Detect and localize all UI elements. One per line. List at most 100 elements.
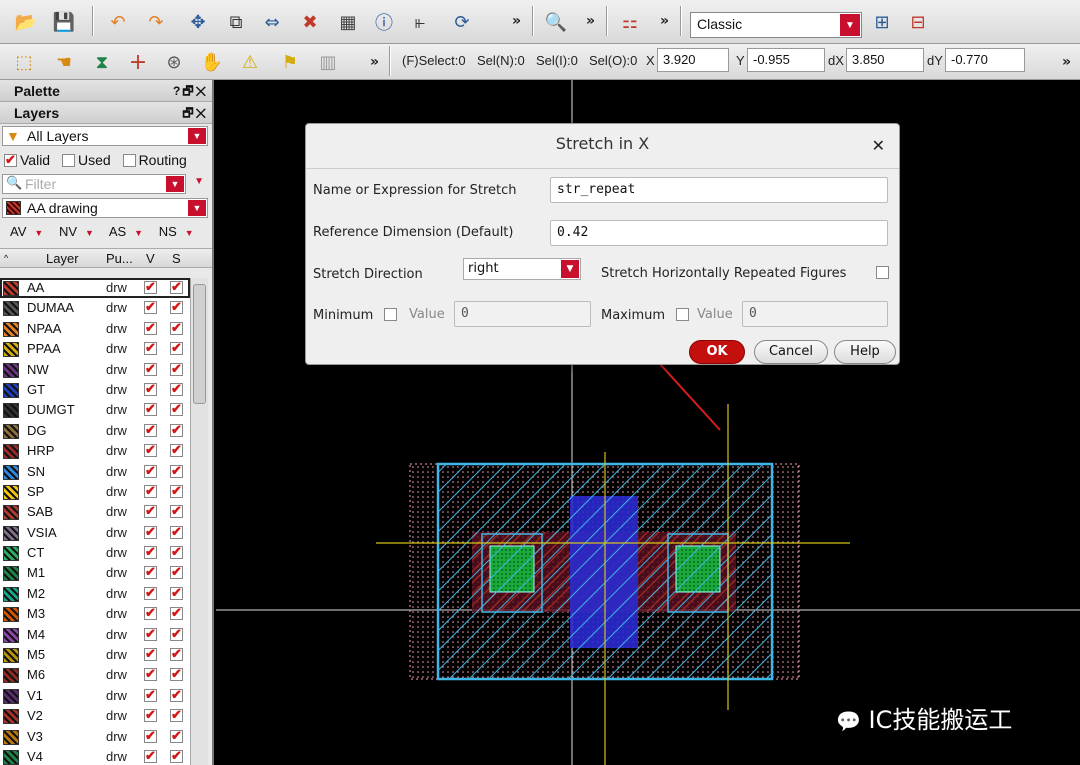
search-options-icon[interactable]: ▼ xyxy=(194,176,204,187)
undo-icon[interactable]: ↶ xyxy=(104,8,132,36)
delete-icon[interactable]: ✖ xyxy=(296,8,324,36)
layer-search-input[interactable]: 🔍 Filter ▼ xyxy=(2,174,186,194)
layer-row[interactable]: AA drw xyxy=(0,278,190,299)
marker-icon[interactable]: ⚑ xyxy=(276,48,304,76)
layer-visible-checkbox[interactable] xyxy=(144,320,157,336)
layer-row[interactable]: SN drw xyxy=(0,461,190,482)
layer-selectable-checkbox[interactable] xyxy=(170,299,183,315)
routing-checkbox[interactable] xyxy=(122,154,136,167)
layer-visible-checkbox[interactable] xyxy=(144,707,157,723)
layer-selectable-checkbox[interactable] xyxy=(170,707,183,723)
layer-row[interactable]: DG drw xyxy=(0,420,190,442)
layer-row[interactable]: M2 drw xyxy=(0,583,190,605)
reference-dimension-field[interactable]: 0.42 xyxy=(550,220,888,246)
refresh-icon[interactable]: ⟳ xyxy=(448,8,476,36)
x-coord-field[interactable]: 3.920 xyxy=(657,48,729,72)
ok-button[interactable]: OK xyxy=(689,340,745,364)
crosshair-icon[interactable]: + xyxy=(124,48,152,76)
repeated-figures-checkbox[interactable] xyxy=(876,266,889,279)
layer-visible-checkbox[interactable] xyxy=(144,666,157,682)
minimum-value-field[interactable]: 0 xyxy=(454,301,591,327)
layer-row[interactable]: CT drw xyxy=(0,543,190,564)
layer-row[interactable]: SP drw xyxy=(0,481,190,503)
align-icon[interactable]: ⫦ xyxy=(406,8,434,36)
layer-visible-checkbox[interactable] xyxy=(144,340,157,356)
layer-selectable-checkbox[interactable] xyxy=(170,340,183,356)
col-layer-header[interactable]: Layer xyxy=(46,251,79,266)
layer-row[interactable]: V2 drw xyxy=(0,706,190,727)
layer-visible-checkbox[interactable] xyxy=(144,442,157,458)
layer-selectable-checkbox[interactable] xyxy=(170,361,183,377)
layer-row[interactable]: DUMAA drw xyxy=(0,298,190,319)
layer-row[interactable]: PPAA drw xyxy=(0,339,190,360)
layers-window-buttons[interactable]: 🗗✕ xyxy=(182,104,208,125)
layer-selectable-checkbox[interactable] xyxy=(170,687,183,703)
help-button[interactable]: Help xyxy=(834,340,896,364)
layer-selectable-checkbox[interactable] xyxy=(170,442,183,458)
layer-row[interactable]: M3 drw xyxy=(0,604,190,625)
layer-row[interactable]: V1 drw xyxy=(0,685,190,707)
y-coord-field[interactable]: -0.955 xyxy=(747,48,825,72)
stretch-icon[interactable]: ⇔ xyxy=(258,8,286,36)
cancel-button[interactable]: Cancel xyxy=(754,340,828,364)
layer-selectable-checkbox[interactable] xyxy=(170,483,183,499)
properties-icon[interactable]: ▦ xyxy=(334,8,362,36)
layer-row[interactable]: SAB drw xyxy=(0,502,190,523)
layer-visible-checkbox[interactable] xyxy=(144,687,157,703)
layer-selectable-checkbox[interactable] xyxy=(170,564,183,580)
stretch-name-field[interactable]: str_repeat xyxy=(550,177,888,203)
layer-visible-checkbox[interactable] xyxy=(144,483,157,499)
layer-visible-checkbox[interactable] xyxy=(144,401,157,417)
col-selectable-header[interactable]: S xyxy=(172,251,181,266)
toolbar-overflow-chevron[interactable]: » xyxy=(660,13,669,29)
move-icon[interactable]: ✥ xyxy=(184,8,212,36)
layer-visible-checkbox[interactable] xyxy=(144,299,157,315)
layer-selectable-checkbox[interactable] xyxy=(170,503,183,519)
layer-visible-checkbox[interactable] xyxy=(144,626,157,642)
layer-selectable-checkbox[interactable] xyxy=(170,463,183,479)
open-folder-icon[interactable]: 📂 xyxy=(12,8,40,36)
warning-icon[interactable]: ⚠ xyxy=(236,48,264,76)
layer-selectable-checkbox[interactable] xyxy=(170,748,183,764)
all-selectable-button[interactable]: AS xyxy=(109,224,126,239)
layer-visible-checkbox[interactable] xyxy=(144,463,157,479)
layer-row[interactable]: HRP drw xyxy=(0,441,190,462)
workspace-save-icon[interactable]: ⊞ xyxy=(868,8,896,36)
layer-visible-checkbox[interactable] xyxy=(144,422,157,438)
stop-hand-icon[interactable]: ✋ xyxy=(198,48,226,76)
layer-selectable-checkbox[interactable] xyxy=(170,422,183,438)
layer-selectable-checkbox[interactable] xyxy=(170,646,183,662)
layer-selectable-checkbox[interactable] xyxy=(170,605,183,621)
layer-row[interactable]: NW drw xyxy=(0,359,190,380)
magnet-icon[interactable]: ⊛ xyxy=(160,48,188,76)
layer-visible-checkbox[interactable] xyxy=(144,564,157,580)
all-visible-button[interactable]: AV xyxy=(10,224,26,239)
layer-visible-checkbox[interactable] xyxy=(144,524,157,540)
layer-visible-checkbox[interactable] xyxy=(144,748,157,764)
layer-visible-checkbox[interactable] xyxy=(144,544,157,560)
layer-row[interactable]: M5 drw xyxy=(0,645,190,666)
layer-visible-checkbox[interactable] xyxy=(144,605,157,621)
close-icon[interactable]: ✕ xyxy=(872,136,885,155)
layer-visible-checkbox[interactable] xyxy=(144,361,157,377)
layer-row[interactable]: M6 drw xyxy=(0,665,190,686)
layer-visible-checkbox[interactable] xyxy=(144,728,157,744)
layer-visible-checkbox[interactable] xyxy=(144,646,157,662)
toolbar-overflow-chevron[interactable]: » xyxy=(586,13,595,29)
dy-field[interactable]: -0.770 xyxy=(945,48,1025,72)
layer-visible-checkbox[interactable] xyxy=(144,279,157,295)
ruler-icon[interactable]: ▥ xyxy=(314,48,342,76)
workspace-select[interactable]: Classic ▼ xyxy=(690,12,862,38)
scrollbar-thumb[interactable] xyxy=(193,284,206,404)
toolbar-overflow-chevron[interactable]: » xyxy=(1062,54,1071,70)
layer-row[interactable]: M4 drw xyxy=(0,624,190,646)
used-checkbox[interactable] xyxy=(61,154,75,167)
layer-filter-select[interactable]: ▼ All Layers ▼ xyxy=(2,126,208,146)
none-visible-button[interactable]: NV xyxy=(59,224,77,239)
layer-row[interactable]: NPAA drw xyxy=(0,318,190,340)
dx-field[interactable]: 3.850 xyxy=(846,48,924,72)
layer-selectable-checkbox[interactable] xyxy=(170,320,183,336)
layer-selectable-checkbox[interactable] xyxy=(170,381,183,397)
layer-selectable-checkbox[interactable] xyxy=(170,728,183,744)
select-pointer-icon[interactable]: ⬚ xyxy=(10,48,38,76)
